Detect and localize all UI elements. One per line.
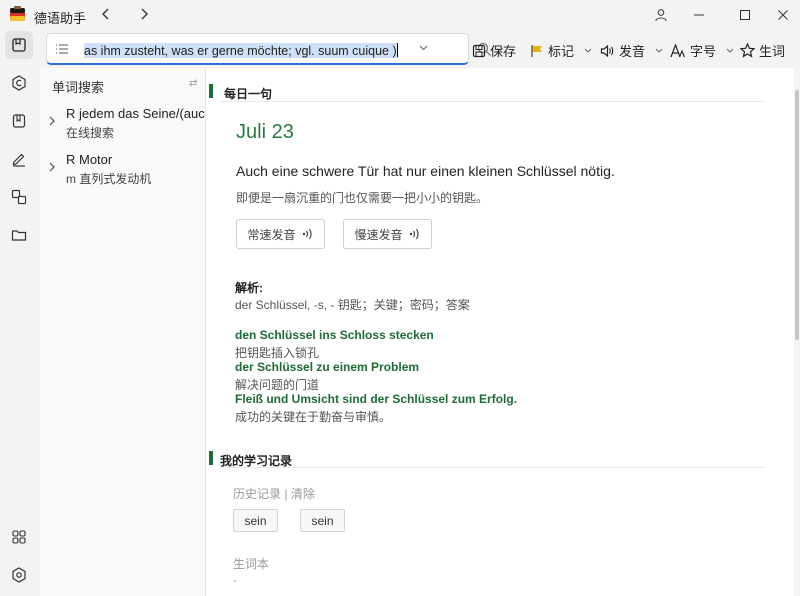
- rail-settings-button[interactable]: [5, 561, 33, 589]
- minimize-icon: [694, 14, 704, 16]
- history-separator: |: [284, 487, 288, 501]
- folder-icon: [11, 230, 27, 241]
- save-label: 保存: [490, 44, 517, 59]
- rail-translate-button[interactable]: [5, 183, 33, 211]
- chevron-down-icon: [726, 48, 734, 53]
- history-label: 历史记录: [233, 487, 282, 501]
- rail-dictionary-button[interactable]: [5, 31, 33, 59]
- history-chip[interactable]: sein: [300, 509, 345, 532]
- sound-wave-icon: [409, 228, 419, 240]
- sort-icon[interactable]: ⇄: [189, 78, 197, 89]
- daily-section-title: 每日一句: [224, 87, 273, 101]
- title-bar: 德语助手: [0, 0, 800, 30]
- rail-edit-button[interactable]: [5, 145, 33, 173]
- word-search-panel: 单词搜索 ⇄ R jedem das Seine/(auc 在线搜索 R Mot…: [40, 68, 206, 596]
- back-button[interactable]: [96, 4, 116, 24]
- mark-label: 标记: [548, 44, 575, 59]
- chevron-down-icon: [584, 48, 592, 53]
- translate-icon: [11, 189, 27, 205]
- text-caret: [396, 43, 398, 57]
- list-icon[interactable]: [55, 42, 69, 56]
- rail-apps-button[interactable]: [5, 523, 33, 551]
- account-button[interactable]: [648, 4, 674, 26]
- history-header: 历史记录 | 清除: [233, 485, 315, 502]
- user-icon: [655, 9, 667, 22]
- chevron-right-icon: [49, 116, 55, 126]
- save-button[interactable]: 保存: [472, 41, 516, 60]
- example-german: den Schlüssel ins Schloss stecken: [235, 328, 434, 342]
- search-input[interactable]: as ihm zusteht, was er gerne möchte; vgl…: [84, 43, 398, 58]
- nav-rail: [0, 30, 40, 596]
- panel-title: 单词搜索: [52, 80, 105, 95]
- clear-history-link[interactable]: 清除: [291, 487, 315, 501]
- normal-speed-button[interactable]: 常速发音: [236, 219, 325, 249]
- save-icon: [472, 44, 486, 57]
- search-box: as ihm zusteht, was er gerne möchte; vgl…: [46, 33, 469, 65]
- scrollbar-thumb[interactable]: [795, 90, 799, 340]
- vocab-button[interactable]: 生词: [740, 41, 785, 60]
- entry-word: R Motor: [66, 152, 113, 167]
- badge-c-icon: [12, 75, 26, 91]
- analysis-text: der Schlüssel, -s, - 钥匙；关键；密码；答案: [235, 298, 470, 312]
- star-icon: [740, 43, 755, 58]
- maximize-button[interactable]: [732, 4, 758, 26]
- rail-conjugation-button[interactable]: [5, 69, 33, 97]
- list-item[interactable]: R Motor m 直列式发动机: [40, 152, 206, 198]
- rail-folder-button[interactable]: [5, 221, 33, 249]
- divider: [220, 101, 766, 102]
- font-size-label: 字号: [690, 44, 717, 59]
- chevron-down-icon[interactable]: [419, 45, 428, 51]
- example-chinese: 解决问题的门道: [235, 378, 320, 392]
- minimize-button[interactable]: [686, 4, 712, 26]
- sound-wave-icon: [302, 228, 312, 240]
- daily-date: Juli 23: [236, 121, 294, 143]
- main-content: 每日一句 Juli 23 Auch eine schwere Tür hat n…: [206, 68, 794, 596]
- section-accent: [209, 84, 213, 98]
- chevron-down-icon: [655, 48, 663, 53]
- chevron-left-icon: [102, 8, 109, 20]
- pronounce-label: 发音: [619, 44, 646, 59]
- slow-speed-label: 慢速发音: [354, 227, 403, 242]
- speaker-icon: [600, 44, 614, 57]
- example-chinese: 把钥匙插入锁孔: [235, 346, 320, 360]
- maximize-icon: [740, 10, 750, 20]
- font-size-button[interactable]: 字号: [670, 41, 734, 60]
- chevron-right-icon: [141, 8, 148, 20]
- book-icon: [12, 114, 26, 128]
- close-button[interactable]: [770, 4, 796, 26]
- normal-speed-label: 常速发音: [247, 227, 296, 242]
- mark-button[interactable]: 标记: [530, 41, 592, 60]
- daily-sentence-german[interactable]: Auch eine schwere Tür hat nur einen klei…: [236, 163, 615, 179]
- example-german: der Schlüssel zu einem Problem: [235, 360, 420, 374]
- settings-icon: [12, 567, 26, 583]
- close-icon: [778, 10, 788, 20]
- history-chip[interactable]: sein: [233, 509, 278, 532]
- vocab-label: 生词: [759, 44, 786, 59]
- flag-icon: [531, 44, 542, 57]
- analysis-label: 解析:: [235, 281, 263, 295]
- font-size-icon: [670, 43, 686, 57]
- example-german: Fleiß und Umsicht sind der Schlüssel zum…: [235, 392, 518, 406]
- section-accent: [209, 451, 213, 465]
- rail-notebook-button[interactable]: [5, 107, 33, 135]
- list-item[interactable]: R jedem das Seine/(auc 在线搜索: [40, 106, 206, 152]
- dictionary-icon: [12, 38, 26, 52]
- apps-grid-icon: [12, 530, 26, 544]
- daily-sentence-chinese: 即便是一扇沉重的门也仅需要一把小小的钥匙。: [236, 191, 489, 205]
- pencil-icon: [12, 153, 25, 167]
- toolbar: as ihm zusteht, was er gerne möchte; vgl…: [40, 30, 800, 68]
- example-chinese: 成功的关键在于勤奋与审慎。: [235, 410, 392, 424]
- pronounce-button[interactable]: 发音: [600, 41, 663, 60]
- vocab-book-heading: 生词本: [233, 557, 270, 571]
- entry-word: R jedem das Seine/(auc: [66, 106, 205, 121]
- entry-subtitle: m 直列式发动机: [66, 172, 152, 186]
- divider: [220, 467, 766, 468]
- chevron-right-icon: [49, 162, 55, 172]
- entry-subtitle: 在线搜索: [66, 126, 115, 140]
- app-title: 德语助手: [34, 11, 87, 26]
- slow-speed-button[interactable]: 慢速发音: [343, 219, 432, 249]
- app-logo-icon: [10, 6, 25, 21]
- vocab-empty-text: -: [233, 573, 237, 587]
- forward-button[interactable]: [134, 4, 154, 24]
